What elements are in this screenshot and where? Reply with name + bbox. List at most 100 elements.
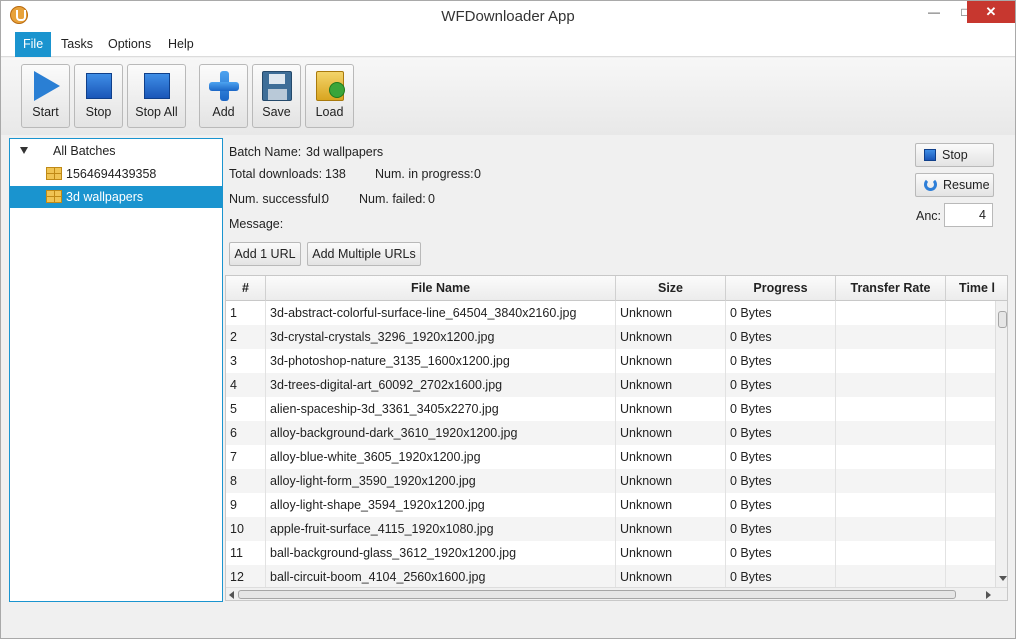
- table-row[interactable]: 8 alloy-light-form_3590_1920x1200.jpg Unkn…: [226, 469, 996, 493]
- cell-num: 8: [226, 469, 266, 493]
- table-row[interactable]: 11 ball-background-glass_3612_1920x1200.j…: [226, 541, 996, 565]
- cell-progress: 0 Bytes: [726, 445, 836, 469]
- expand-arrow-icon[interactable]: [20, 147, 28, 154]
- cell-transfer-rate: [836, 397, 946, 421]
- cell-num: 11: [226, 541, 266, 565]
- cell-progress: 0 Bytes: [726, 541, 836, 565]
- stop-all-button[interactable]: Stop All: [127, 64, 186, 128]
- column-header-file-name[interactable]: File Name: [266, 276, 616, 301]
- cell-progress: 0 Bytes: [726, 301, 836, 325]
- stop-icon: [924, 149, 936, 161]
- cell-size: Unknown: [616, 445, 726, 469]
- folder-open-icon: [315, 71, 345, 101]
- save-label: Save: [262, 105, 291, 119]
- table-row[interactable]: 2 3d-crystal-crystals_3296_1920x1200.jpg U…: [226, 325, 996, 349]
- table-row[interactable]: 5 alien-spaceship-3d_3361_3405x2270.jpg Un…: [226, 397, 996, 421]
- cell-file-name: alloy-light-shape_3594_1920x1200.jpg: [266, 493, 616, 517]
- cell-time-left: [946, 325, 996, 349]
- tree-item-batch-1[interactable]: 1564694439358: [10, 163, 222, 185]
- menu-file[interactable]: File: [15, 32, 52, 57]
- tree-item-label: 3d wallpapers: [66, 190, 144, 204]
- vertical-scroll-thumb[interactable]: [998, 311, 1007, 328]
- table-row[interactable]: 9 alloy-light-shape_3594_1920x1200.jpg Unk…: [226, 493, 996, 517]
- cell-size: Unknown: [616, 517, 726, 541]
- refresh-icon: [924, 178, 937, 191]
- add-multiple-urls-button[interactable]: Add Multiple URLs: [307, 242, 421, 266]
- table-row[interactable]: 7 alloy-blue-white_3605_1920x1200.jpg Unkn…: [226, 445, 996, 469]
- table-header: # File Name Size Progress Transfer Rate …: [226, 276, 1007, 301]
- scroll-down-arrow-icon[interactable]: [999, 576, 1007, 581]
- batch-name-label: Batch Name:: [229, 145, 302, 159]
- cell-time-left: [946, 469, 996, 493]
- batch-stop-button[interactable]: Stop: [915, 143, 994, 167]
- tree-item-label: 1564694439358: [66, 167, 157, 181]
- cell-num: 5: [226, 397, 266, 421]
- tree-root[interactable]: All Batches: [10, 140, 222, 162]
- cell-progress: 0 Bytes: [726, 325, 836, 349]
- add-one-url-button[interactable]: Add 1 URL: [229, 242, 301, 266]
- horizontal-scroll-thumb[interactable]: [238, 590, 956, 599]
- cell-num: 9: [226, 493, 266, 517]
- add-button[interactable]: Add: [199, 64, 248, 128]
- cell-progress: 0 Bytes: [726, 373, 836, 397]
- stop-button[interactable]: Stop: [74, 64, 123, 128]
- column-header-progress[interactable]: Progress: [726, 276, 836, 301]
- table-row[interactable]: 3 3d-photoshop-nature_3135_1600x1200.jpg U…: [226, 349, 996, 373]
- cell-time-left: [946, 493, 996, 517]
- table-row[interactable]: 1 3d-abstract-colorful-surface-line_64504…: [226, 301, 996, 325]
- minimize-icon[interactable]: —: [919, 1, 949, 23]
- cell-progress: 0 Bytes: [726, 421, 836, 445]
- failed-value: 0: [428, 192, 435, 206]
- total-downloads-value: 138: [325, 167, 346, 181]
- save-button[interactable]: Save: [252, 64, 301, 128]
- close-icon[interactable]: ✕: [967, 1, 1015, 23]
- menu-help[interactable]: Help: [160, 32, 202, 57]
- cell-num: 10: [226, 517, 266, 541]
- cell-file-name: apple-fruit-surface_4115_1920x1080.jpg: [266, 517, 616, 541]
- cell-file-name: alloy-background-dark_3610_1920x1200.jpg: [266, 421, 616, 445]
- batch-stop-label: Stop: [942, 148, 968, 162]
- cell-num: 7: [226, 445, 266, 469]
- scroll-right-arrow-icon[interactable]: [986, 591, 991, 599]
- column-header-time-left[interactable]: Time l: [946, 276, 1007, 301]
- cell-num: 4: [226, 373, 266, 397]
- cell-num: 3: [226, 349, 266, 373]
- resume-button[interactable]: Resume: [915, 173, 994, 197]
- load-button[interactable]: Load: [305, 64, 354, 128]
- tree-root-label: All Batches: [53, 144, 116, 158]
- menu-options[interactable]: Options: [100, 32, 159, 57]
- column-header-num[interactable]: #: [226, 276, 266, 301]
- cell-file-name: alloy-light-form_3590_1920x1200.jpg: [266, 469, 616, 493]
- cell-size: Unknown: [616, 397, 726, 421]
- failed-label: Num. failed:: [359, 192, 426, 206]
- cell-progress: 0 Bytes: [726, 517, 836, 541]
- cell-file-name: 3d-trees-digital-art_60092_2702x1600.jpg: [266, 373, 616, 397]
- column-header-transfer-rate[interactable]: Transfer Rate: [836, 276, 946, 301]
- successful-label: Num. successful:: [229, 192, 325, 206]
- cell-size: Unknown: [616, 469, 726, 493]
- table-row[interactable]: 6 alloy-background-dark_3610_1920x1200.jp…: [226, 421, 996, 445]
- batch-name-value: 3d wallpapers: [306, 145, 384, 159]
- successful-value: 0: [322, 192, 329, 206]
- table-row[interactable]: 12 ball-circuit-boom_4104_2560x1600.jpg Un…: [226, 565, 996, 589]
- cell-num: 6: [226, 421, 266, 445]
- table-row[interactable]: 4 3d-trees-digital-art_60092_2702x1600.jp…: [226, 373, 996, 397]
- vertical-scrollbar[interactable]: [995, 301, 1007, 587]
- cell-file-name: 3d-photoshop-nature_3135_1600x1200.jpg: [266, 349, 616, 373]
- scroll-left-arrow-icon[interactable]: [229, 591, 234, 599]
- menu-tasks[interactable]: Tasks: [53, 32, 101, 57]
- start-button[interactable]: Start: [21, 64, 70, 128]
- in-progress-label: Num. in progress:: [375, 167, 474, 181]
- column-header-size[interactable]: Size: [616, 276, 726, 301]
- cell-transfer-rate: [836, 421, 946, 445]
- table-row[interactable]: 10 apple-fruit-surface_4115_1920x1080.jpg…: [226, 517, 996, 541]
- anc-input[interactable]: 4: [944, 203, 993, 227]
- horizontal-scrollbar[interactable]: [226, 587, 1007, 600]
- app-window: WFDownloader App — □ ✕ File Tasks Option…: [0, 0, 1016, 639]
- cell-file-name: ball-circuit-boom_4104_2560x1600.jpg: [266, 565, 616, 589]
- cell-file-name: alloy-blue-white_3605_1920x1200.jpg: [266, 445, 616, 469]
- batch-tree: All Batches 1564694439358 3d wallpapers: [9, 138, 223, 602]
- toolbar: Start Stop Stop All Add Save Load: [1, 58, 1015, 135]
- tree-item-batch-2[interactable]: 3d wallpapers: [10, 186, 222, 208]
- cell-size: Unknown: [616, 565, 726, 589]
